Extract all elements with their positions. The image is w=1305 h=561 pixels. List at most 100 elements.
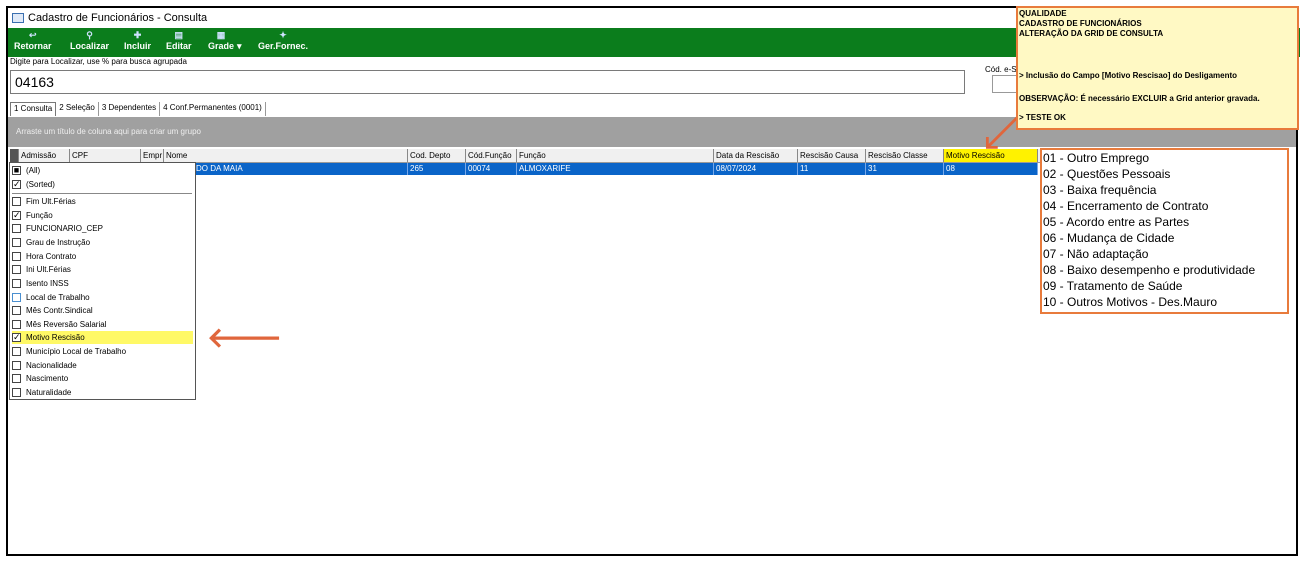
tab-consulta[interactable]: 1 Consulta: [10, 102, 57, 116]
search-label: Digite para Localizar, use % para busca …: [10, 57, 187, 66]
chooser-item[interactable]: FUNCIONARIO_CEP: [12, 222, 193, 235]
cell-rescisao-causa: 11: [798, 163, 866, 175]
chooser-item[interactable]: Fim Ult.Férias: [12, 195, 193, 208]
tab-selecao[interactable]: 2 Seleção: [56, 102, 99, 116]
tab-dependentes[interactable]: 3 Dependentes: [99, 102, 161, 116]
chooser-item[interactable]: Município Local de Trabalho: [12, 345, 193, 358]
checkbox-icon[interactable]: [12, 293, 21, 302]
window-title: Cadastro de Funcionários - Consulta: [28, 12, 208, 24]
cell-cod-depto: 265: [408, 163, 466, 175]
note-line: OBSERVAÇÃO: É necessário EXCLUIR a Grid …: [1019, 94, 1260, 103]
checkbox-checked-icon[interactable]: ✓: [12, 180, 21, 189]
checkbox-icon[interactable]: [12, 320, 21, 329]
grade-button[interactable]: ▦ Grade: [208, 29, 234, 51]
tab-bar: 1 Consulta 2 Seleção 3 Dependentes 4 Con…: [10, 102, 266, 116]
col-nome[interactable]: Nome: [164, 149, 408, 162]
cod-label: Cód. e-S: [985, 65, 1017, 74]
col-admissao[interactable]: Admissão: [19, 149, 70, 162]
checkbox-icon[interactable]: [12, 238, 21, 247]
checkbox-icon[interactable]: [12, 197, 21, 206]
search-input[interactable]: 04163: [10, 70, 965, 94]
col-empr[interactable]: Empr: [141, 149, 164, 162]
checkbox-icon[interactable]: [12, 252, 21, 261]
col-rescisao-classe[interactable]: Rescisão Classe: [866, 149, 944, 162]
checkbox-checked-icon[interactable]: ✓: [12, 333, 21, 342]
cell-cod-funcao: 00074: [466, 163, 517, 175]
editar-button[interactable]: ▤ Editar: [166, 29, 192, 51]
note-line: CADASTRO DE FUNCIONÁRIOS: [1019, 19, 1142, 28]
annotation-note: QUALIDADE CADASTRO DE FUNCIONÁRIOS ALTER…: [1016, 6, 1299, 130]
motivo-item: 04 - Encerramento de Contrato: [1043, 199, 1209, 213]
checkbox-icon[interactable]: [12, 374, 21, 383]
chooser-item-sorted[interactable]: ✓ (Sorted): [12, 178, 193, 191]
checkbox-icon[interactable]: [12, 306, 21, 315]
chooser-item[interactable]: Isento INSS: [12, 277, 193, 290]
group-hint: Arraste um título de coluna aqui para cr…: [16, 127, 201, 136]
arrow-left-icon: 🡐: [207, 322, 283, 353]
col-data-rescisao[interactable]: Data da Rescisão: [714, 149, 798, 162]
note-line: ALTERAÇÃO DA GRID DE CONSULTA: [1019, 29, 1164, 38]
col-rescisao-causa[interactable]: Rescisão Causa: [798, 149, 866, 162]
checkbox-icon[interactable]: [12, 347, 21, 356]
cell-motivo-rescisao: 08: [944, 163, 1038, 175]
note-line: > Inclusão do Campo [Motivo Rescisao] do…: [1019, 71, 1238, 80]
checkbox-checked-icon[interactable]: ✓: [12, 211, 21, 220]
chooser-item[interactable]: ✓ Função: [12, 209, 193, 222]
checkbox-icon[interactable]: [12, 265, 21, 274]
chooser-item[interactable]: Naturalidade: [12, 386, 193, 399]
ger-fornec-button[interactable]: ✦ Ger.Fornec.: [258, 29, 308, 51]
incluir-button[interactable]: ✚ Incluir: [124, 29, 151, 51]
col-funcao[interactable]: Função: [517, 149, 714, 162]
motivo-item: 01 - Outro Emprego: [1043, 151, 1150, 165]
supplier-icon: ✦: [279, 30, 287, 40]
motivo-item: 09 - Tratamento de Saúde: [1043, 279, 1183, 293]
grade-dropdown-button[interactable]: ▾: [237, 29, 242, 52]
chooser-item[interactable]: Nascimento: [12, 372, 193, 385]
grid-icon: ▦: [216, 30, 226, 40]
col-cpf[interactable]: CPF: [70, 149, 141, 162]
cell-nome: DO DA MAIA: [164, 163, 408, 175]
return-icon: ↩: [28, 30, 37, 40]
motivo-item: 08 - Baixo desempenho e produtividade: [1043, 263, 1256, 277]
motivo-item: 03 - Baixa frequência: [1043, 183, 1157, 197]
search-icon: ⚲: [86, 30, 93, 40]
chooser-item[interactable]: Nacionalidade: [12, 359, 193, 372]
column-chooser-icon[interactable]: [10, 149, 19, 162]
chooser-item[interactable]: Local de Trabalho: [12, 291, 193, 304]
chooser-item[interactable]: Mês Reversão Salarial: [12, 318, 193, 331]
col-cod-funcao[interactable]: Cód.Função: [466, 149, 517, 162]
window-icon: [12, 13, 24, 23]
chooser-item[interactable]: Hora Contrato: [12, 250, 193, 263]
motivo-item: 05 - Acordo entre as Partes: [1043, 215, 1190, 229]
chooser-item[interactable]: Ini Ult.Férias: [12, 263, 193, 276]
chevron-down-icon: ▾: [237, 41, 242, 51]
grid-header: Admissão CPF Empr Nome Cod. Depto Cód.Fu…: [10, 149, 1040, 163]
checkbox-icon[interactable]: [12, 361, 21, 370]
col-cod-depto[interactable]: Cod. Depto: [408, 149, 466, 162]
add-icon: ✚: [133, 30, 142, 40]
chooser-item[interactable]: Mês Contr.Sindical: [12, 304, 193, 317]
checkbox-icon[interactable]: [12, 224, 21, 233]
chooser-item-all[interactable]: ■ (All): [12, 164, 193, 177]
motivo-item: 10 - Outros Motivos - Des.Mauro: [1043, 295, 1218, 309]
note-line: QUALIDADE: [1019, 9, 1067, 18]
motivo-item: 07 - Não adaptação: [1043, 247, 1149, 261]
column-chooser-dropdown: ■ (All) ✓ (Sorted) Fim Ult.Férias ✓ Função …: [9, 162, 196, 400]
cell-rescisao-classe: 31: [866, 163, 944, 175]
cell-data-rescisao: 08/07/2024: [714, 163, 798, 175]
chooser-divider: [12, 193, 192, 194]
chooser-item[interactable]: Grau de Instrução: [12, 236, 193, 249]
note-line: > TESTE OK: [1019, 113, 1066, 122]
partial-checkbox-icon[interactable]: ■: [12, 166, 21, 175]
title-bar: Cadastro de Funcionários - Consulta: [8, 8, 1018, 28]
chooser-item-motivo-rescisao[interactable]: ✓ Motivo Rescisão: [12, 331, 193, 344]
checkbox-icon[interactable]: [12, 388, 21, 397]
motivo-item: 02 - Questões Pessoais: [1043, 167, 1171, 181]
motivos-list: 01 - Outro Emprego 02 - Questões Pessoai…: [1040, 148, 1289, 314]
checkbox-icon[interactable]: [12, 279, 21, 288]
motivo-item: 06 - Mudança de Cidade: [1043, 231, 1175, 245]
localizar-button[interactable]: ⚲ Localizar: [70, 29, 109, 51]
tab-conf-permanentes[interactable]: 4 Conf.Permanentes (0001): [160, 102, 266, 116]
cell-funcao: ALMOXARIFE: [517, 163, 714, 175]
retornar-button[interactable]: ↩ Retornar: [14, 29, 52, 51]
